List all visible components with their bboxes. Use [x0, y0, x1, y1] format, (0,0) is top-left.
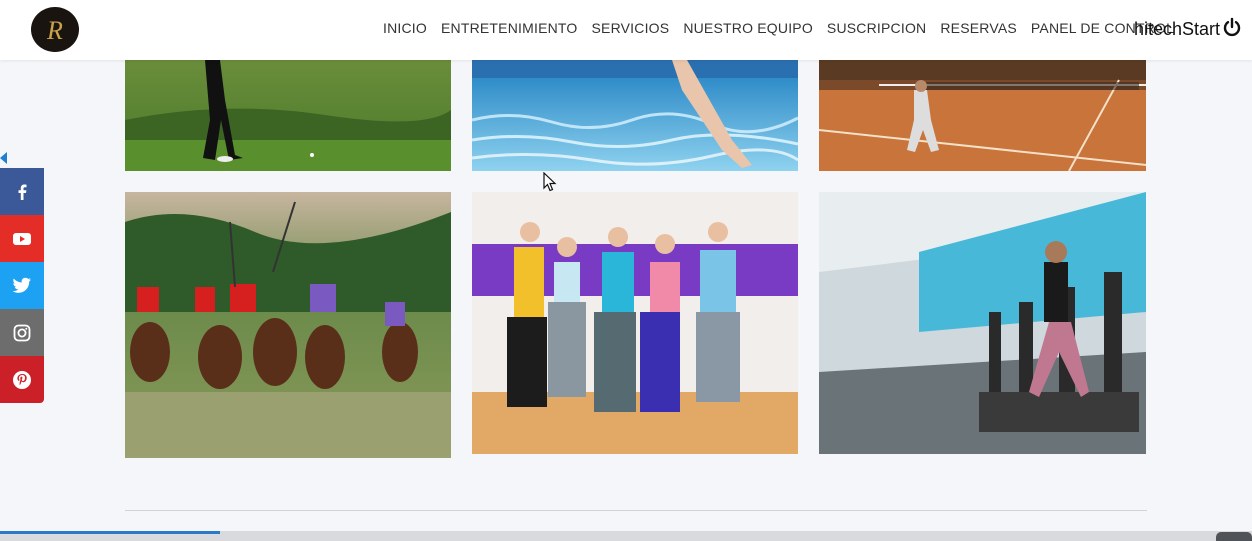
nav-servicios[interactable]: SERVICIOS: [592, 20, 670, 36]
pinterest-icon: [13, 370, 31, 389]
nav-entretenimiento[interactable]: ENTRETENIMIENTO: [441, 20, 578, 36]
progress-indicator: [0, 531, 220, 534]
top-header: R INICIO ENTRETENIMIENTO SERVICIOS NUEST…: [0, 0, 1252, 60]
nav-inicio[interactable]: INICIO: [383, 20, 427, 36]
power-icon[interactable]: [1222, 17, 1242, 42]
twitter-icon: [12, 277, 31, 293]
facebook-icon: [18, 184, 27, 200]
brand-login[interactable]: hitechStart: [1134, 17, 1242, 42]
youtube-button[interactable]: [0, 215, 44, 262]
instagram-button[interactable]: [0, 309, 44, 356]
svg-text:R: R: [46, 16, 63, 45]
instagram-icon: [13, 324, 31, 341]
logo-emblem-icon: R: [36, 10, 74, 49]
nav-reservas[interactable]: RESERVAS: [940, 20, 1017, 36]
scroll-tab[interactable]: [1216, 532, 1252, 541]
gallery-image-pool[interactable]: [472, 60, 798, 171]
facebook-button[interactable]: [0, 168, 44, 215]
section-divider: [125, 510, 1147, 511]
nav-nuestro-equipo[interactable]: NUESTRO EQUIPO: [683, 20, 813, 36]
youtube-icon: [13, 232, 31, 245]
site-logo[interactable]: R: [31, 7, 79, 52]
twitter-button[interactable]: [0, 262, 44, 309]
sidebar-collapse-arrow-icon[interactable]: [0, 152, 7, 164]
brand-name: hitechStart: [1134, 19, 1221, 39]
gallery-image-golf[interactable]: [125, 60, 451, 171]
mouse-cursor-icon: [543, 171, 557, 197]
nav-suscripcion[interactable]: SUSCRIPCION: [827, 20, 926, 36]
bottom-scroll-bar: [0, 531, 1252, 541]
gallery-image-polo[interactable]: [125, 192, 451, 458]
gallery-image-gym[interactable]: [819, 192, 1146, 454]
main-nav: INICIO ENTRETENIMIENTO SERVICIOS NUESTRO…: [383, 20, 1188, 36]
gallery-image-tennis[interactable]: [819, 60, 1146, 171]
gallery-image-dance[interactable]: [472, 192, 798, 454]
social-share-bar: [0, 168, 44, 403]
pinterest-button[interactable]: [0, 356, 44, 403]
